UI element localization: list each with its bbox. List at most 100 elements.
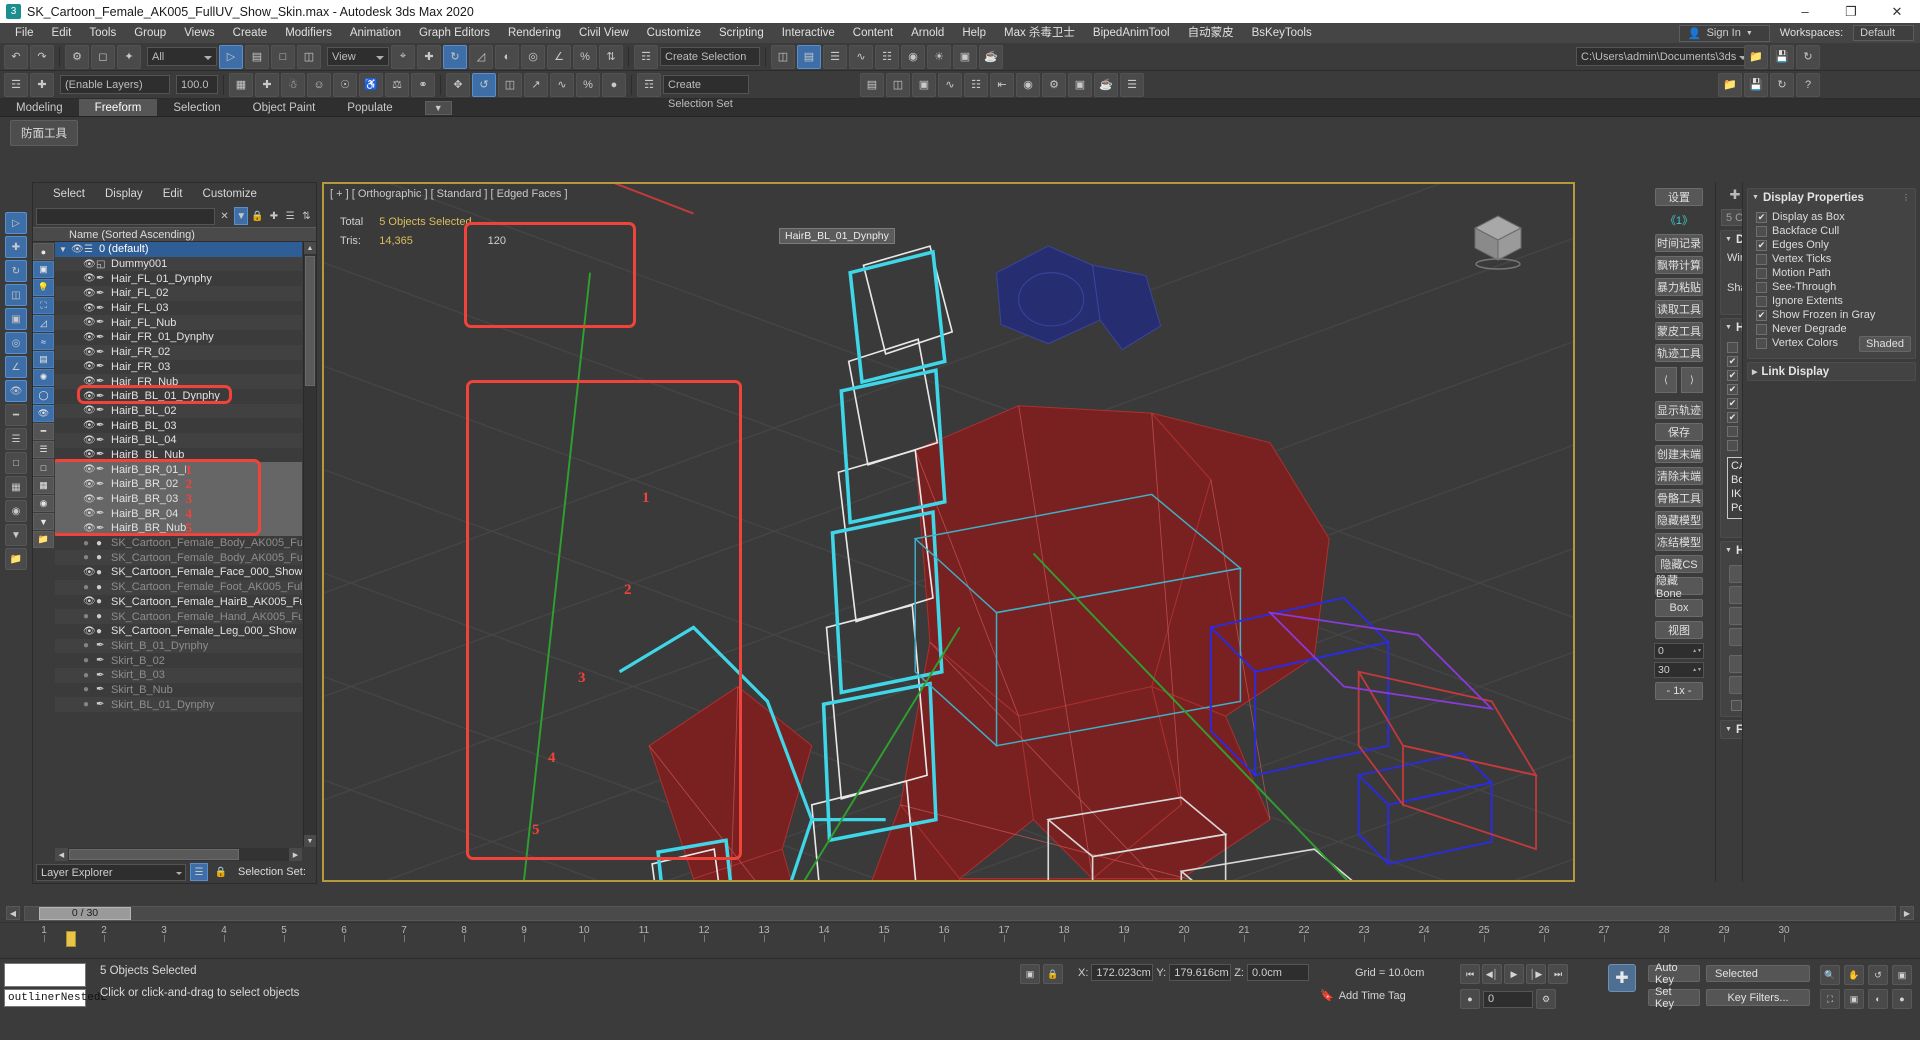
viewport-layout-1-icon[interactable]: ▤ (860, 72, 884, 97)
visibility-eye-icon[interactable]: 👁 (83, 479, 96, 490)
explorer-row[interactable]: 👁 ✒ HairB_BL_03 (55, 418, 302, 433)
snap-icon[interactable]: ◎ (5, 332, 27, 354)
render-setup2-icon[interactable]: ⚙ (1042, 72, 1066, 97)
menu-item-views[interactable]: Views (175, 23, 223, 43)
render-production-icon[interactable]: ☕ (979, 44, 1003, 69)
explorer-row[interactable]: 👁 ✒ Hair_FL_01_Dynphy (55, 271, 302, 286)
explorer-row[interactable]: 👁 ✒ HairB_BL_Nub (55, 448, 302, 463)
menu-item-civil-view[interactable]: Civil View (570, 23, 638, 43)
menu-item-max[interactable]: Max 杀毒卫士 (995, 23, 1084, 43)
explorer-row[interactable]: 👁 ● SK_Cartoon_Female_Leg_000_Show (55, 624, 302, 639)
pct-snap2-icon[interactable]: % (576, 72, 600, 97)
custom-tool-button[interactable]: 骨骼工具 (1655, 489, 1703, 507)
filter-mat-icon[interactable]: ◉ (33, 495, 54, 512)
add-layer-icon[interactable]: ✚ (267, 207, 280, 225)
align-icon[interactable]: ▤ (797, 44, 821, 69)
key-filters-button[interactable]: Key Filters... (1706, 989, 1810, 1006)
snaps-toggle-icon[interactable]: ◎ (521, 44, 545, 69)
checkbox-icon[interactable] (1727, 425, 1738, 437)
material-icon[interactable]: ◉ (5, 500, 27, 522)
hscroll-left-arrow[interactable]: ◀ (55, 848, 68, 861)
clear-search-icon[interactable]: ✕ (218, 207, 231, 225)
time-slider-track[interactable]: 0 / 30 (24, 905, 1896, 921)
filter-helpers-icon[interactable]: ◿ (33, 315, 54, 332)
explorer-mode-select[interactable]: Layer Explorer (36, 863, 186, 881)
playhead[interactable] (66, 931, 76, 947)
display-property-row[interactable]: ✔ Show Frozen in Gray (1756, 309, 1911, 321)
layer-explorer-icon[interactable]: ☰ (823, 44, 847, 69)
checkbox-icon[interactable] (1756, 281, 1767, 293)
filter-shapes-icon[interactable]: ◯ (33, 387, 54, 404)
display-property-row[interactable]: Never Degrade (1756, 323, 1911, 335)
display-properties-header[interactable]: ▼ Display Properties ⋮ (1748, 189, 1915, 206)
filter-funnel-icon[interactable]: ▼ (33, 513, 54, 530)
menu-item-group[interactable]: Group (125, 23, 175, 43)
key-mode-icon[interactable]: ● (602, 72, 626, 97)
menu-item-tools[interactable]: Tools (80, 23, 125, 43)
menu-item-bipedanimtool[interactable]: BipedAnimTool (1084, 23, 1179, 43)
curve-editor2-icon[interactable]: ∿ (938, 72, 962, 97)
refresh-icon[interactable]: ↻ (1796, 44, 1820, 69)
ribbon-tab-modeling[interactable]: Modeling (0, 99, 79, 116)
explorer-row[interactable]: 👁 ✒ HairB_BL_01_Dynphy (55, 389, 302, 404)
checkbox-icon[interactable]: ✔ (1727, 383, 1738, 395)
visibility-eye-icon[interactable]: 👁 (83, 361, 96, 372)
bind-space-warp-icon[interactable]: ✦ (117, 44, 141, 69)
visibility-eye-icon[interactable]: ● (83, 640, 96, 651)
menu-item-scripting[interactable]: Scripting (710, 23, 773, 43)
view-cube-icon[interactable] (1465, 206, 1531, 272)
display-property-row[interactable]: Backface Cull (1756, 225, 1911, 237)
display-property-row[interactable]: Vertex Ticks (1756, 253, 1911, 265)
scroll-thumb[interactable] (305, 256, 315, 386)
cat-rig-icon[interactable]: ♿ (359, 72, 383, 97)
visibility-eye-icon[interactable]: ● (83, 699, 96, 710)
visibility-eye-icon[interactable]: 👁 (83, 464, 96, 475)
named-selection-sets-icon[interactable]: ☶ (634, 44, 658, 69)
menu-item-modifiers[interactable]: Modifiers (276, 23, 341, 43)
explorer-row[interactable]: 👁 ✒ HairB_BL_02 (55, 403, 302, 419)
checkbox-icon[interactable] (1756, 337, 1767, 349)
biped-icon[interactable]: ☺ (307, 72, 331, 97)
selection-set-icon[interactable]: ☶ (637, 72, 661, 97)
display-property-row[interactable]: Motion Path (1756, 267, 1911, 279)
display-property-row[interactable]: Ignore Extents (1756, 295, 1911, 307)
explorer-object-list[interactable]: ▼ 👁 ☰ 0 (default) 👁 ◱ Dummy001 👁 ✒ Hair_FL_01_Dyn… (55, 242, 302, 847)
lock-selection-icon[interactable]: 🔒 (1043, 964, 1063, 984)
explorer-row[interactable]: 👁● SK_Cartoon_Female_HairB_AK005_FullUV (55, 595, 302, 610)
explorer-row[interactable]: 👁✒ HairB_BR_01_Dynphy1 (55, 462, 302, 477)
open-folder-icon[interactable]: 📁 (1744, 44, 1768, 69)
visibility-eye-icon[interactable]: 👁 (83, 303, 96, 314)
filter-icon[interactable]: ▼ (5, 524, 27, 546)
x-field[interactable]: 172.023cm (1091, 964, 1154, 981)
add-time-tag-icon[interactable]: 🔖 (1320, 989, 1334, 1002)
add-time-tag-label[interactable]: Add Time Tag (1339, 990, 1406, 1002)
ribbon-overflow-icon[interactable]: ▼ (409, 99, 468, 116)
maximize-button[interactable]: ❐ (1828, 0, 1874, 23)
menu-item-interactive[interactable]: Interactive (773, 23, 844, 43)
z-field[interactable]: 0.0cm (1246, 964, 1309, 981)
visibility-eye-icon[interactable]: 👁 (83, 626, 96, 637)
spinner-1[interactable]: 0 (1654, 643, 1704, 659)
menu-item-file[interactable]: File (6, 23, 43, 43)
checkbox-icon[interactable] (1756, 253, 1767, 265)
menu-item-create[interactable]: Create (224, 23, 277, 43)
mini-listener-input[interactable]: outlinerNestedL (4, 989, 107, 1007)
set-key-button[interactable]: Set Key (1648, 986, 1700, 1010)
visibility-eye-icon[interactable]: ● (83, 552, 96, 563)
move-icon[interactable]: ✚ (5, 236, 27, 258)
custom-tool-button[interactable]: 轨迹工具 (1655, 344, 1703, 362)
expand-twisty-icon[interactable]: ▼ (59, 245, 71, 254)
custom-tool-button[interactable]: 读取工具 (1655, 300, 1703, 318)
explorer-row[interactable]: 👁 ✒ Hair_FR_03 (55, 360, 302, 375)
checkbox-icon[interactable] (1727, 439, 1738, 451)
scale-tool-icon[interactable]: ◫ (498, 72, 522, 97)
use-center-icon[interactable]: ⌖ (391, 44, 415, 69)
help-icon[interactable]: ? (1796, 72, 1820, 97)
filter-blank-icon[interactable]: □ (33, 459, 54, 476)
explorer-row[interactable]: 👁 ✒ HairB_BR_03 3 (55, 491, 302, 507)
explorer-row[interactable]: ●● SK_Cartoon_Female_Hand_AK005_FullUV (55, 609, 302, 624)
workspace-select[interactable]: Default (1853, 25, 1914, 41)
time-slider-handle[interactable]: 0 / 30 (39, 906, 131, 920)
filter-all-icon[interactable]: ● (33, 243, 54, 260)
schematic2-icon[interactable]: ☷ (964, 72, 988, 97)
